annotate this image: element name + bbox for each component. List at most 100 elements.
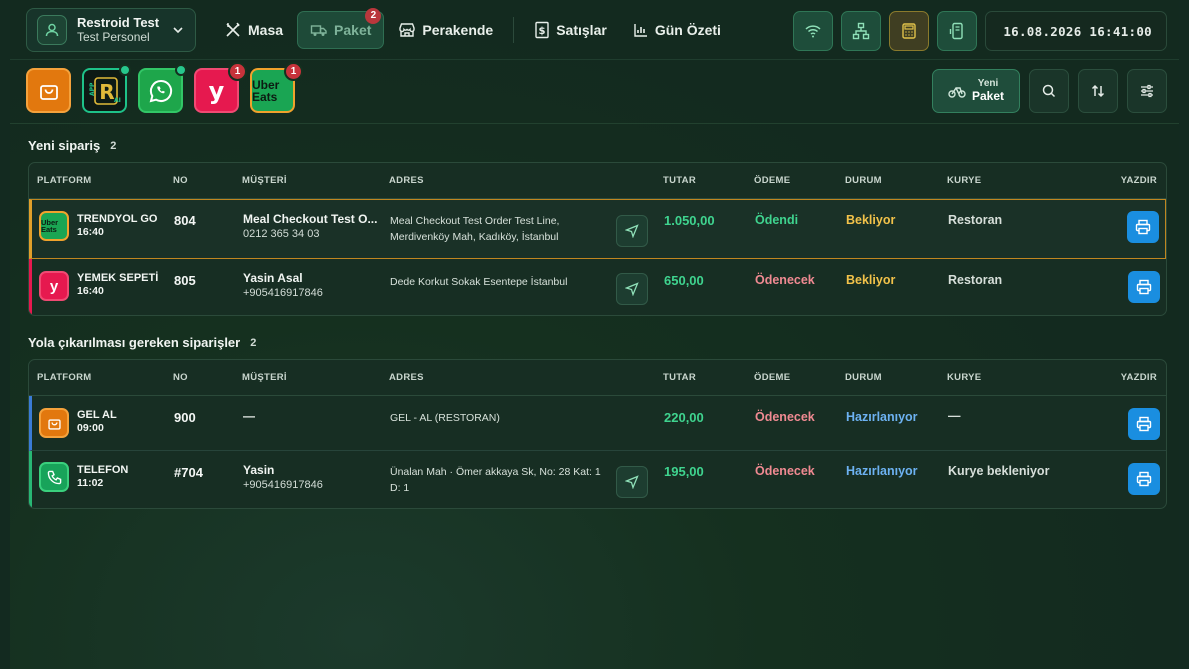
platform-yemeksepeti[interactable]: y 1 (194, 62, 247, 113)
row-payment: Ödendi (755, 213, 799, 227)
truck-icon (310, 24, 327, 36)
row-address: Ünalan Mah · Ömer akkaya Sk, No: 28 Kat:… (390, 466, 601, 494)
col-payment: ÖDEME (754, 372, 791, 383)
row-platform-name: TELEFON (77, 464, 129, 476)
platform-badge: 1 (228, 62, 247, 81)
nav-paket-badge: 2 (365, 7, 382, 24)
row-customer-name: — (243, 409, 255, 423)
header-divider (10, 123, 1179, 124)
col-payment: ÖDEME (754, 175, 791, 186)
table-row[interactable]: y YEMEK SEPETİ 16:40 805 Yasin Asal +905… (29, 259, 1166, 315)
nav-masa[interactable]: Masa (212, 11, 295, 49)
dispatch-orders-title-text: Yola çıkarılması gereken siparişler (28, 335, 241, 350)
bag-icon (39, 408, 69, 438)
row-customer-name: Meal Checkout Test O... (243, 212, 378, 226)
col-platform: PLATFORM (37, 175, 92, 186)
dispatch-orders-title: Yola çıkarılması gereken siparişler 2 (28, 335, 256, 350)
row-platform-name: YEMEK SEPETİ (77, 272, 159, 284)
row-status: Bekliyor (846, 273, 896, 287)
sort-button[interactable] (1078, 69, 1118, 113)
user-icon (37, 14, 67, 45)
col-amount: TUTAR (663, 372, 696, 383)
restroid-app-icon: APP R AI (89, 76, 120, 105)
table-row[interactable]: Uber Eats TRENDYOL GO 16:40 804 Meal Che… (29, 199, 1166, 259)
cash-register-icon (902, 23, 916, 39)
nav-gun-ozeti[interactable]: Gün Özeti (621, 11, 733, 49)
nav-perakende[interactable]: Perakende (386, 11, 505, 49)
navigation-arrow-icon (625, 475, 639, 489)
top-bar: Restroid Test Test Personel Masa Paket 2… (10, 0, 1179, 60)
print-button[interactable] (1128, 463, 1160, 495)
col-courier: KURYE (947, 175, 982, 186)
user-role: Test Personel (77, 30, 150, 45)
app-window: Restroid Test Test Personel Masa Paket 2… (10, 0, 1179, 669)
row-customer-name: Yasin (243, 463, 275, 477)
new-orders-count: 2 (110, 139, 117, 152)
row-address: GEL - AL (RESTORAN) (390, 412, 500, 424)
nav-paket[interactable]: Paket 2 (297, 7, 385, 49)
search-button[interactable] (1029, 69, 1069, 113)
row-status: Hazırlanıyor (846, 410, 918, 424)
svg-text:$: $ (539, 26, 546, 37)
col-platform: PLATFORM (37, 372, 92, 383)
row-status: Hazırlanıyor (846, 464, 918, 478)
dispatch-orders-count: 2 (250, 336, 257, 349)
new-package-button[interactable]: Yeni Paket (932, 69, 1020, 113)
col-print: YAZDIR (1120, 372, 1157, 383)
nav-satislar[interactable]: $ Satışlar (522, 11, 619, 49)
navigate-button[interactable] (616, 273, 648, 305)
platform-whatsapp[interactable] (138, 64, 187, 113)
filter-button[interactable] (1127, 69, 1167, 113)
table-header: PLATFORM NO MÜŞTERİ ADRES TUTAR ÖDEME DU… (29, 163, 1166, 199)
printer-icon (1136, 279, 1152, 295)
platform-online-dot (119, 64, 131, 76)
printer-icon (1136, 471, 1152, 487)
row-courier: Restoran (948, 213, 1003, 227)
col-status: DURUM (845, 175, 882, 186)
network-button[interactable] (841, 11, 881, 51)
row-customer-name: Yasin Asal (243, 271, 303, 285)
row-order-no: #704 (174, 465, 203, 480)
table-row[interactable]: TELEFON 11:02 #704 Yasin +905416917846 Ü… (29, 451, 1166, 508)
navigation-arrow-icon (625, 224, 639, 238)
network-icon (852, 22, 870, 40)
row-platform-name: GEL AL (77, 409, 117, 421)
platform-online-dot (175, 64, 187, 76)
wifi-button[interactable] (793, 11, 833, 51)
search-icon (1042, 84, 1056, 98)
dispatch-orders-table: PLATFORM NO MÜŞTERİ ADRES TUTAR ÖDEME DU… (28, 359, 1167, 509)
new-orders-title-text: Yeni sipariş (28, 138, 101, 153)
pos-device-icon (949, 22, 963, 40)
row-customer-phone: +905416917846 (243, 287, 323, 299)
ubereats-logo: Uber Eats (41, 217, 59, 234)
row-customer-phone: 0212 365 34 03 (243, 228, 320, 240)
row-courier: — (948, 409, 961, 423)
row-amount: 220,00 (664, 410, 704, 425)
print-button[interactable] (1127, 211, 1159, 243)
row-amount: 195,00 (664, 464, 704, 479)
print-button[interactable] (1128, 408, 1160, 440)
print-button[interactable] (1128, 271, 1160, 303)
platform-restroid-app[interactable]: APP R AI (82, 64, 131, 113)
col-no: NO (173, 175, 188, 186)
bag-icon (39, 84, 58, 100)
user-menu[interactable]: Restroid Test Test Personel (26, 7, 196, 52)
new-orders-title: Yeni sipariş 2 (28, 138, 116, 153)
platform-paket-app[interactable] (26, 68, 71, 113)
row-customer-phone: +905416917846 (243, 479, 323, 491)
bicycle-icon (948, 87, 966, 98)
navigate-button[interactable] (616, 466, 648, 498)
nav-gun-ozeti-label: Gün Özeti (654, 21, 721, 38)
cash-register-button[interactable] (889, 11, 929, 51)
navigate-button[interactable] (616, 215, 648, 247)
store-icon (399, 22, 416, 37)
restroid-logo: R (99, 80, 114, 104)
platform-badge: 1 (284, 62, 303, 81)
pos-device-button[interactable] (937, 11, 977, 51)
yemeksepeti-icon: y (208, 76, 225, 105)
row-payment: Ödenecek (755, 273, 815, 287)
platform-ubereats[interactable]: Uber Eats 1 (250, 62, 303, 113)
table-row[interactable]: GEL AL 09:00 900 — GEL - AL (RESTORAN) 2… (29, 396, 1166, 451)
table-header: PLATFORM NO MÜŞTERİ ADRES TUTAR ÖDEME DU… (29, 360, 1166, 396)
row-amount: 1.050,00 (664, 213, 715, 228)
